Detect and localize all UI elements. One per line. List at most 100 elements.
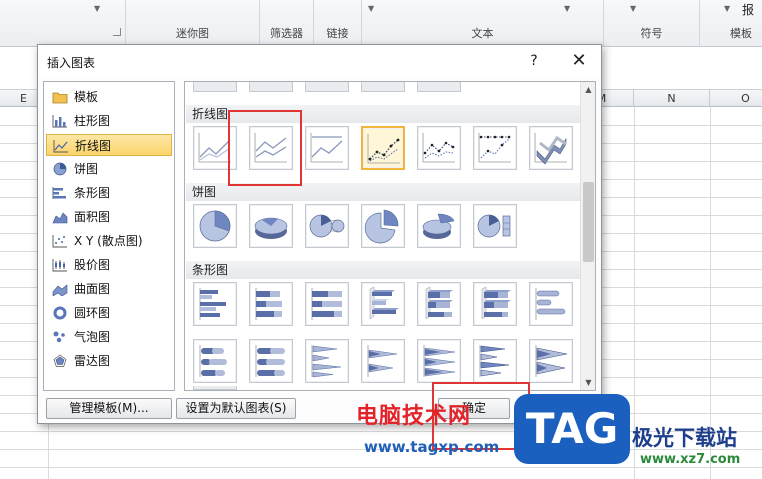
category-column[interactable]: 柱形图: [46, 110, 172, 132]
folder-icon: [52, 92, 68, 104]
category-radar[interactable]: 雷达图: [46, 350, 172, 372]
pie-subtype-pie-of-pie[interactable]: [305, 204, 349, 248]
ribbon-group-sparklines: 迷你图: [126, 0, 260, 47]
dialog-titlebar[interactable]: 插入图表 ? ✕: [38, 45, 601, 77]
pie-subtype-exploded-pie[interactable]: [361, 204, 405, 248]
line-subtype-line-with-markers[interactable]: [361, 126, 405, 170]
category-templates[interactable]: 模板: [46, 86, 172, 108]
watermark-text: 电脑技术网: [356, 404, 472, 429]
chevron-down-icon[interactable]: ▼: [94, 4, 100, 13]
bar-subtype-percent-cylinder[interactable]: [249, 339, 293, 383]
watermark-site-url: www.xz7.com: [640, 452, 741, 467]
bubble-chart-icon: [53, 331, 65, 343]
ribbon-group-filters: 筛选器: [260, 0, 314, 47]
bar-subtype-clustered-bar[interactable]: [193, 282, 237, 326]
3d-pie-chart-icon: [254, 217, 288, 239]
bar-subtype-percent-stacked-bar[interactable]: [305, 282, 349, 326]
3d-percent-stacked-bar-chart-icon: [481, 286, 511, 320]
category-label: 面积图: [74, 210, 111, 224]
column-subtype-thumb[interactable]: [361, 82, 405, 92]
bar-subtype-thumb[interactable]: [193, 386, 237, 390]
pie-subtype-pie[interactable]: [193, 204, 237, 248]
category-line[interactable]: 折线图: [46, 134, 172, 156]
column-subtype-thumb[interactable]: [305, 82, 349, 92]
line-subtype-percent-line-with-markers[interactable]: [473, 126, 517, 170]
category-stock[interactable]: 股价图: [46, 254, 172, 276]
bar-subtype-3d-clustered-bar[interactable]: [361, 282, 405, 326]
bar-subtype-stacked-cylinder[interactable]: [193, 339, 237, 383]
scroll-up-icon[interactable]: ▲: [581, 82, 595, 97]
bar-subtype-3d-percent-stacked-bar[interactable]: [473, 282, 517, 326]
column-header-n[interactable]: N: [634, 90, 710, 107]
ribbon-top-text: 报: [742, 3, 755, 17]
ribbon-group-label: 迷你图: [176, 27, 209, 40]
close-button[interactable]: ✕: [566, 49, 592, 73]
category-bar[interactable]: 条形图: [46, 182, 172, 204]
line-subtype-percent-stacked-line[interactable]: [305, 126, 349, 170]
line-subtype-stacked-line-with-markers[interactable]: [417, 126, 461, 170]
chevron-down-icon[interactable]: ▼: [368, 4, 374, 13]
category-area[interactable]: 面积图: [46, 206, 172, 228]
surface-chart-icon: [52, 284, 68, 296]
category-surface[interactable]: 曲面图: [46, 278, 172, 300]
bar-subtype-clustered-pyramid[interactable]: [473, 339, 517, 383]
bar-subtype-percent-cone[interactable]: [417, 339, 461, 383]
set-default-chart-button[interactable]: 设置为默认图表(S): [176, 398, 296, 419]
scroll-down-icon[interactable]: ▼: [581, 375, 595, 390]
3d-stacked-bar-chart-icon: [425, 286, 453, 320]
bar-subtype-stacked-pyramid[interactable]: [529, 339, 573, 383]
bar-subtype-stacked-bar[interactable]: [249, 282, 293, 326]
gridline: [0, 467, 762, 468]
clustered-bar-chart-icon: [199, 288, 226, 320]
chevron-down-icon[interactable]: ▼: [630, 4, 636, 13]
pie-chart-icon: [53, 162, 67, 176]
category-label: 折线图: [75, 139, 112, 153]
3d-clustered-bar-chart-icon: [369, 286, 399, 320]
pie-subtype-exploded-3d-pie[interactable]: [417, 204, 461, 248]
scrollbar-thumb[interactable]: [583, 182, 594, 262]
line-subtype-3d-line[interactable]: [529, 126, 573, 170]
line-chart-icon: [53, 140, 68, 153]
help-button[interactable]: ?: [524, 51, 544, 71]
scatter-chart-icon: [52, 235, 67, 248]
category-label: 条形图: [74, 186, 111, 200]
bar-subtype-clustered-cone[interactable]: [305, 339, 349, 383]
manage-templates-button[interactable]: 管理模板(M)...: [46, 398, 172, 419]
ribbon-group-text: ▼ ▼ 文本: [362, 0, 604, 47]
doughnut-chart-icon: [53, 306, 67, 320]
category-label: 气泡图: [74, 330, 111, 344]
category-label: 雷达图: [74, 354, 111, 368]
category-label: 饼图: [74, 162, 99, 176]
bar-subtype-clustered-cylinder[interactable]: [529, 282, 573, 326]
category-label: 柱形图: [74, 114, 111, 128]
category-scatter[interactable]: X Y (散点图): [46, 230, 172, 252]
ribbon-group-links: 链接: [314, 0, 362, 47]
chevron-down-icon[interactable]: ▼: [724, 4, 730, 13]
chevron-down-icon[interactable]: ▼: [564, 4, 570, 13]
ribbon-group-label: 筛选器: [270, 27, 303, 40]
category-bubble[interactable]: 气泡图: [46, 326, 172, 348]
pie-of-pie-chart-icon: [309, 214, 345, 238]
pie-chart-icon: [199, 210, 231, 242]
bar-subtype-stacked-cone[interactable]: [361, 339, 405, 383]
stock-chart-icon: [52, 259, 67, 272]
pyramid-bar-chart-icon: [479, 345, 510, 377]
category-doughnut[interactable]: 圆环图: [46, 302, 172, 324]
column-header-o[interactable]: O: [710, 90, 762, 107]
category-label: X Y (散点图): [74, 234, 143, 248]
ribbon-group-symbols: ▼ 符号: [604, 0, 700, 47]
pie-subtype-3d-pie[interactable]: [249, 204, 293, 248]
column-chart-icon: [52, 115, 67, 128]
dialog-launcher-icon[interactable]: [113, 28, 121, 36]
column-subtype-thumb[interactable]: [417, 82, 461, 92]
radar-chart-icon: [53, 354, 67, 367]
ribbon-group-templates: 报 ▼ 模板: [700, 0, 762, 47]
column-subtype-thumb[interactable]: [193, 82, 237, 92]
bar-subtype-3d-stacked-bar[interactable]: [417, 282, 461, 326]
ribbon-group-label: 符号: [640, 27, 663, 40]
stacked-cylinder-bar-chart-icon: [199, 345, 227, 377]
gallery-scrollbar[interactable]: ▲ ▼: [580, 82, 595, 390]
pie-subtype-bar-of-pie[interactable]: [473, 204, 517, 248]
column-subtype-thumb[interactable]: [249, 82, 293, 92]
category-pie[interactable]: 饼图: [46, 158, 172, 180]
